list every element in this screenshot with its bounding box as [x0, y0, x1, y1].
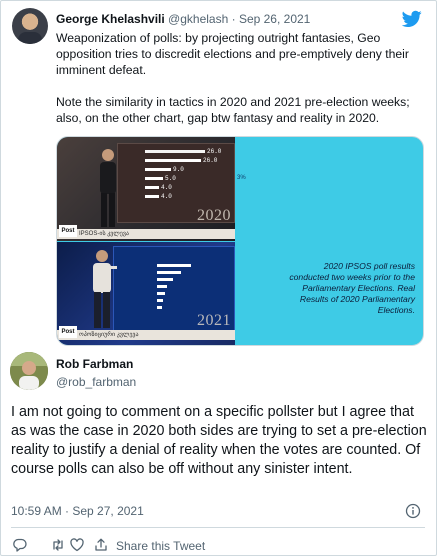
poll-bar [157, 271, 181, 274]
reply-icon[interactable] [12, 537, 28, 553]
poll-value: 5.0 [165, 175, 176, 182]
poll-value: 4.0 [161, 193, 172, 200]
quoted-author-handle[interactable]: @gkhelash [168, 12, 228, 26]
quoted-tweet-date[interactable]: Sep 26, 2021 [239, 12, 310, 26]
poll-value: 26.0 [207, 148, 222, 155]
caption-strip: ოპოზიციური კვლევა [57, 330, 235, 340]
avatar-image [10, 352, 48, 390]
poll-photo-2020[interactable]: 26.0 26.0 9.0 5.0 4.0 4.0 2020 IPSOS-ის … [57, 137, 235, 241]
quoted-author-avatar[interactable] [12, 8, 48, 44]
quoted-paragraph-2: Note the similarity in tactics in 2020 a… [56, 95, 410, 125]
quoted-tweet-header: George Khelashvili @gkhelash · Sep 26, 2… [56, 12, 310, 26]
tweet-timestamp[interactable]: 10:59 AM · Sep 27, 2021 [11, 504, 144, 518]
poll-bar [145, 177, 163, 180]
presenter-figure [93, 250, 117, 328]
reply-author-avatar[interactable] [10, 352, 48, 390]
presenter-figure [100, 149, 116, 227]
action-divider [11, 527, 425, 528]
media-note: 2020 IPSOS poll results conducted two we… [289, 261, 415, 315]
quoted-paragraph-1: Weaponization of polls: by projecting ou… [56, 31, 409, 77]
quoted-tweet-text: Weaponization of polls: by projecting ou… [56, 30, 422, 142]
poll-bar [145, 168, 171, 171]
poll-photo-2021[interactable]: 2021 ოპოზიციური კვლევა Post [57, 242, 235, 345]
poll-value: 9.0 [173, 166, 184, 173]
poll-bar [157, 285, 167, 288]
year-label: 2020 [197, 207, 231, 224]
twitter-bird-icon[interactable] [402, 10, 422, 28]
info-icon[interactable] [405, 503, 421, 519]
reply-tweet-text: I am not going to comment on a specific … [11, 404, 427, 478]
side-chart-label: 3% [237, 175, 246, 181]
tv-logo: Post [59, 225, 77, 237]
poll-bar [145, 159, 201, 162]
quoted-author-name[interactable]: George Khelashvili [56, 12, 165, 26]
poll-bar [157, 264, 191, 267]
heart-icon[interactable] [69, 537, 85, 553]
reply-author-handle[interactable]: @rob_farbman [56, 375, 136, 389]
poll-value: 26.0 [203, 157, 218, 164]
poll-bar [157, 292, 165, 295]
poll-bar [145, 186, 159, 189]
poll-bar [145, 150, 205, 153]
tv-logo: Post [59, 326, 77, 338]
year-label: 2021 [197, 312, 231, 329]
poll-bar [145, 195, 159, 198]
caption-text: IPSOS-ის კვლევა [79, 231, 129, 237]
meta-separator: · [228, 12, 239, 26]
quoted-media-card[interactable]: 26.0 26.0 9.0 5.0 4.0 4.0 2020 IPSOS-ის … [56, 136, 424, 346]
caption-text: ოპოზიციური კვლევა [79, 332, 139, 338]
reply-author-name[interactable]: Rob Farbman [56, 357, 133, 371]
share-icon[interactable] [93, 537, 109, 553]
caption-strip: IPSOS-ის კვლევა [57, 229, 235, 239]
poll-bar [157, 306, 162, 309]
poll-bar [157, 278, 173, 281]
share-tweet-button[interactable]: Share this Tweet [116, 539, 205, 553]
retweet-icon[interactable] [50, 537, 66, 553]
poll-value: 4.0 [161, 184, 172, 191]
poll-bar [157, 299, 163, 302]
